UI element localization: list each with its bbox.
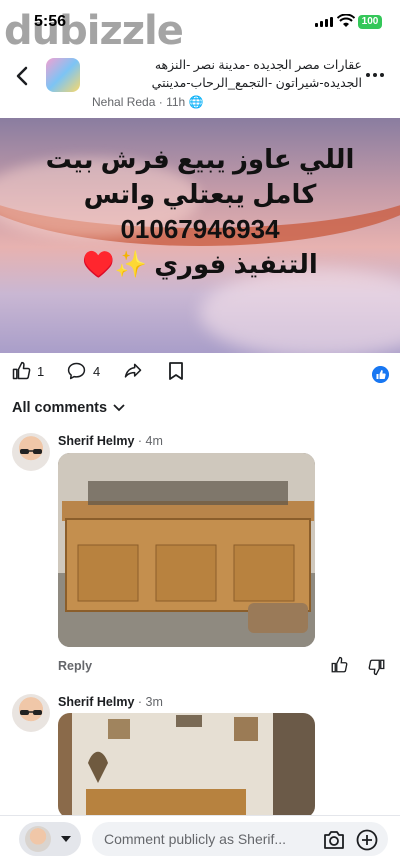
more-options-icon[interactable] [366, 73, 384, 77]
like-button[interactable]: 1 [11, 361, 44, 381]
back-icon[interactable] [14, 66, 30, 86]
dubizzle-watermark: dubizzle [4, 8, 184, 54]
like-count: 1 [37, 363, 45, 379]
globe-icon: 🌐 [188, 95, 204, 109]
group-title[interactable]: عقارات مصر الجديده -مدينة نصر -النزهه ال… [80, 56, 362, 92]
comments-filter-label: All comments [12, 400, 108, 416]
thumbs-up-icon [12, 361, 31, 380]
post-actions: 1 4 [0, 361, 400, 389]
group-avatar[interactable] [46, 58, 80, 92]
status-time: 5:56 [34, 13, 67, 30]
camera-icon[interactable] [322, 829, 346, 851]
share-button[interactable] [122, 361, 144, 381]
post-author[interactable]: Nehal Reda [92, 95, 155, 109]
battery-indicator: 100 [358, 15, 382, 29]
comment-photo[interactable] [58, 453, 315, 647]
my-avatar [25, 826, 51, 852]
comment-author-line: Sherif Helmy · 3m [58, 695, 163, 709]
comment-count: 4 [93, 363, 101, 379]
post-author-line: Nehal Reda · 11h 🌐 [92, 95, 204, 109]
sunglasses-icon [20, 710, 42, 715]
comment-icon [67, 362, 86, 380]
add-icon[interactable] [356, 829, 378, 851]
comment-author[interactable]: Sherif Helmy [58, 695, 134, 709]
bookmark-icon [169, 362, 183, 380]
post-text-line4: التنفيذ فوري ✨♥️ [82, 249, 318, 279]
comment-dislike-icon[interactable] [368, 658, 386, 676]
group-title-line2: الجديده-شيراتون -التجمع_الرحاب-مدينتي [151, 76, 362, 90]
post-text-phone: 01067946934 [120, 214, 280, 244]
reply-button[interactable]: Reply [58, 659, 92, 673]
comments-filter[interactable]: All comments [12, 400, 125, 416]
chevron-down-icon [113, 404, 125, 412]
caret-down-icon [61, 836, 71, 842]
wifi-icon [337, 14, 355, 27]
comment-like-icon[interactable] [330, 656, 348, 674]
save-button[interactable] [168, 361, 184, 381]
signal-icon [315, 17, 333, 27]
share-icon [124, 363, 142, 378]
commenter-avatar[interactable] [12, 694, 50, 732]
furniture-photo [58, 453, 315, 647]
post-text-line1: اللي عاوز يبيع فرش بيت [45, 144, 355, 174]
post-time: 11h [166, 95, 186, 109]
comment-photo[interactable] [58, 713, 315, 818]
group-title-line1: عقارات مصر الجديده -مدينة نصر -النزهه [154, 58, 362, 72]
comment-author[interactable]: Sherif Helmy [58, 434, 134, 448]
comment-time: 3m [145, 695, 163, 709]
comment-time: 4m [145, 434, 163, 448]
post-text: اللي عاوز يبيع فرش بيت كامل يبعتلي واتس … [0, 142, 400, 282]
post-text-line2: كامل يبعتلي واتس [83, 179, 317, 209]
like-reaction-icon[interactable] [372, 366, 389, 383]
commenter-avatar[interactable] [12, 433, 50, 471]
sunglasses-icon [20, 449, 42, 454]
room-photo [58, 713, 315, 818]
comment-author-line: Sherif Helmy · 4m [58, 434, 163, 448]
comment-button[interactable]: 4 [66, 361, 100, 381]
